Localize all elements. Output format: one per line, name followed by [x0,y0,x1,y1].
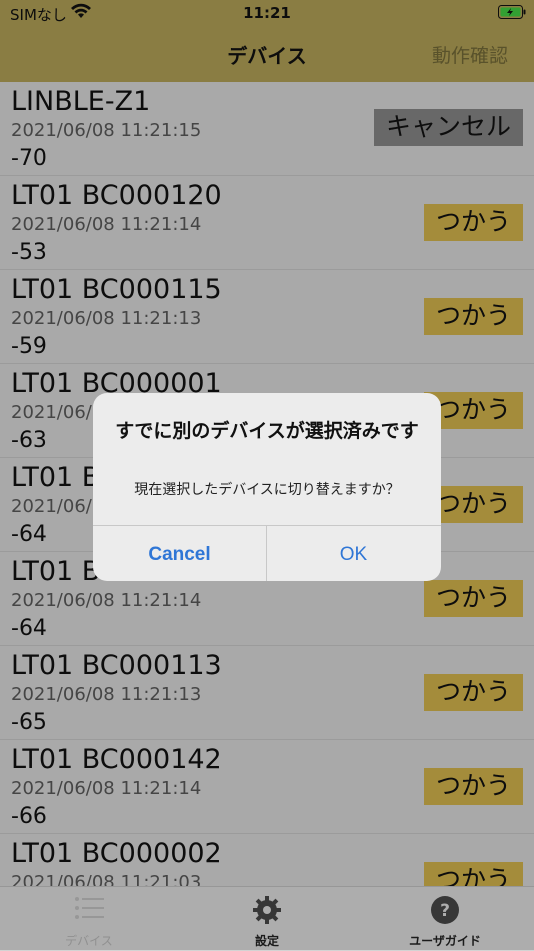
ok-button[interactable]: OK [267,526,440,581]
dialog-message: 現在選択したデバイスに切り替えますか？ [134,482,400,498]
dialog-title: すでに別のデバイスが選択済みです [115,420,419,442]
cancel-button[interactable]: Cancel [93,526,266,581]
confirm-dialog: すでに別のデバイスが選択済みです 現在選択したデバイスに切り替えますか？ Can… [93,393,441,581]
